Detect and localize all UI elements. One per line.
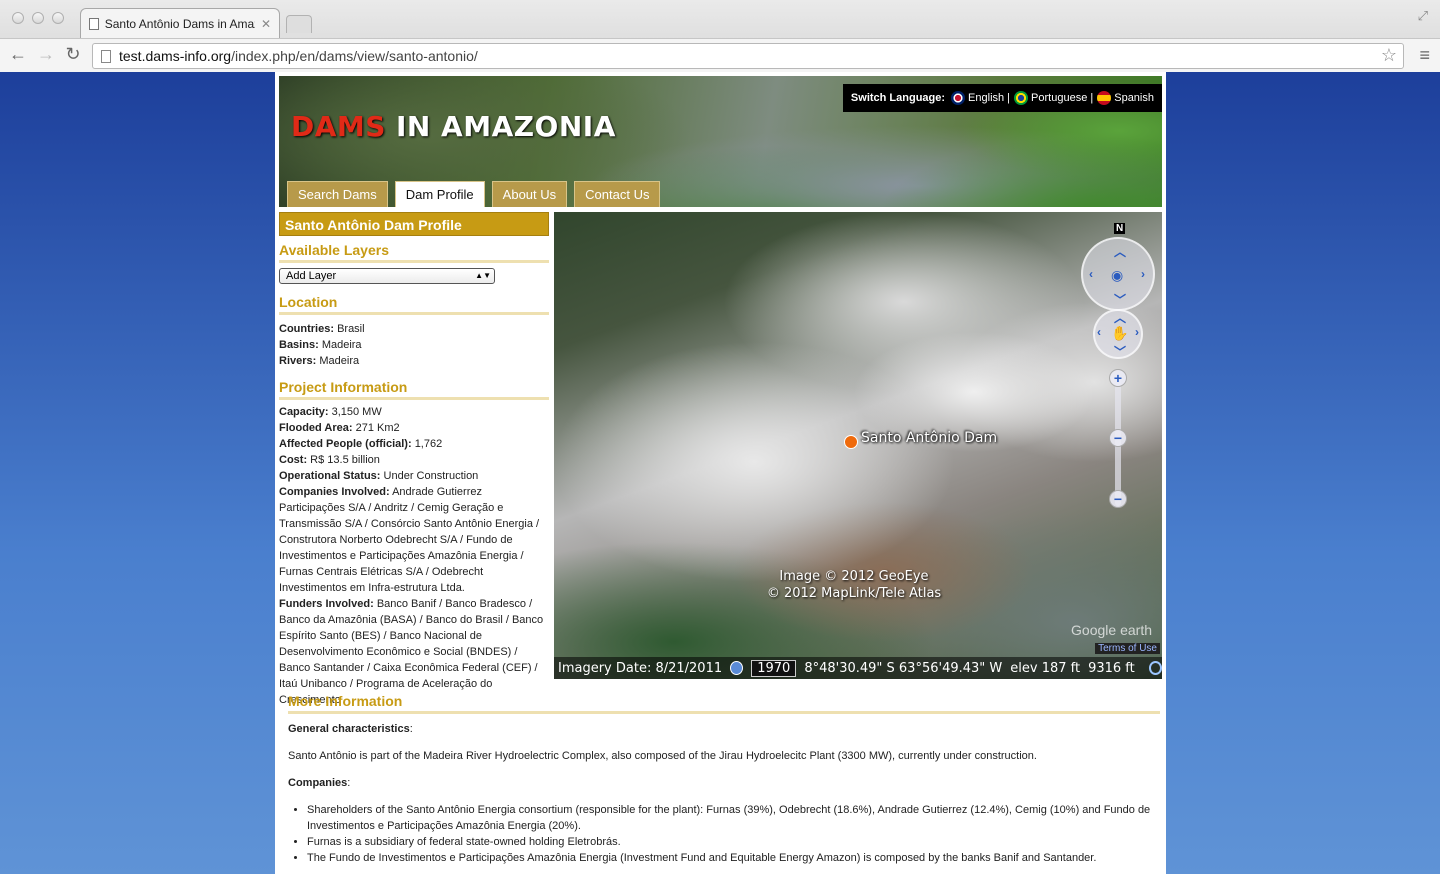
dam-marker[interactable] (844, 435, 858, 449)
list-item: The Fundo de Investimentos e Participaçõ… (307, 850, 1160, 866)
spain-flag-icon (1097, 91, 1112, 105)
more-information-heading: More Information (288, 693, 1160, 714)
project-row: Operational Status: Under Construction (279, 470, 479, 482)
companies-list: Shareholders of the Santo Antônio Energi… (288, 802, 1160, 866)
profile-sidebar: Santo Antônio Dam Profile Available Laye… (279, 212, 549, 708)
tab-close-icon[interactable]: ✕ (261, 17, 271, 31)
page-icon (101, 49, 111, 63)
switch-language-label: Switch Language: (850, 92, 946, 104)
location-info: Countries: Brasil Basins: Madeira Rivers… (279, 321, 549, 369)
profile-title: Santo Antônio Dam Profile (279, 212, 549, 236)
location-row: Countries: Brasil (279, 323, 365, 335)
project-row: Funders Involved: Banco Banif / Banco Br… (279, 598, 544, 706)
forward-arrow-icon[interactable]: → (36, 44, 56, 65)
list-item: Furnas is a subsidiary of federal state-… (307, 834, 1160, 850)
historical-year[interactable]: 1970 (751, 659, 797, 677)
pan-down-icon[interactable]: ﹀ (1114, 343, 1126, 360)
minimize-window-button[interactable] (32, 12, 44, 24)
reload-icon[interactable]: ↻ (63, 44, 83, 65)
terms-of-use-link[interactable]: Terms of Use (1095, 643, 1160, 654)
north-indicator[interactable]: N (1114, 223, 1126, 234)
tab-contact-us[interactable]: Contact Us (574, 181, 661, 207)
look-right-icon[interactable]: › (1141, 267, 1145, 281)
tab-dam-profile[interactable]: Dam Profile (394, 181, 485, 207)
imagery-date: Imagery Date: 8/21/2011 (558, 660, 723, 676)
page-container: DAMS IN AMAZONIA Switch Language: English… (275, 72, 1166, 874)
eye-altitude: 9316 ft (1088, 660, 1135, 676)
hand-icon: ✋ (1111, 325, 1129, 341)
menu-icon[interactable]: ≡ (1419, 45, 1430, 66)
back-arrow-icon[interactable]: ← (8, 44, 28, 65)
window-controls (12, 12, 64, 24)
tab-about-us[interactable]: About Us (491, 181, 568, 207)
google-earth-logo: Google earth (1071, 622, 1152, 638)
language-spanish[interactable]: Spanish (1097, 91, 1154, 105)
look-left-icon[interactable]: ‹ (1089, 267, 1093, 281)
available-layers-heading: Available Layers (279, 242, 549, 263)
select-arrows-icon: ▲▼ (475, 271, 491, 280)
main-nav: Search Dams Dam Profile About Us Contact… (287, 181, 661, 207)
language-english[interactable]: English | (951, 91, 1010, 105)
tab-title: Santo Antônio Dams in Amaz (104, 16, 255, 31)
look-down-icon[interactable]: ﹀ (1114, 291, 1126, 308)
project-row: Flooded Area: 271 Km2 (279, 422, 400, 434)
language-switcher: Switch Language: English | Portuguese | … (842, 84, 1162, 112)
project-info: Capacity: 3,150 MW Flooded Area: 271 Km2… (279, 404, 549, 708)
fullscreen-icon[interactable]: ⤢ (1418, 8, 1428, 24)
companies-label: Companies: (288, 777, 351, 789)
location-heading: Location (279, 294, 549, 315)
project-info-heading: Project Information (279, 379, 549, 400)
eye-icon: ◉ (1111, 267, 1124, 283)
elevation: elev 187 ft (1010, 660, 1081, 676)
general-characteristics-label: General characteristics: (288, 723, 413, 735)
browser-tab[interactable]: Santo Antônio Dams in Amaz ✕ (80, 8, 280, 38)
brazil-flag-icon (1014, 91, 1029, 105)
map-status-bar: Imagery Date: 8/21/2011 1970 8°48'30.49"… (554, 657, 1162, 679)
look-control[interactable]: N ︿ ﹀ ‹ › ◉ (1081, 223, 1155, 311)
streaming-indicator-icon (1148, 661, 1162, 675)
google-earth-map[interactable]: Santo Antônio Dam Image © 2012 GeoEye © … (554, 212, 1162, 679)
pan-left-icon[interactable]: ‹ (1097, 325, 1101, 339)
pan-up-icon[interactable]: ︿ (1114, 309, 1126, 326)
coordinates: 8°48'30.49" S 63°56'49.43" W (804, 660, 1003, 676)
project-row: Cost: R$ 13.5 billion (279, 454, 380, 466)
zoom-out-button[interactable]: − (1109, 490, 1127, 508)
list-item: Shareholders of the Santo Antônio Energi… (307, 802, 1160, 834)
pan-control[interactable]: ︿ ﹀ ‹ › ✋ (1093, 309, 1143, 359)
uk-flag-icon (951, 91, 966, 105)
project-row: Affected People (official): 1,762 (279, 438, 443, 450)
close-window-button[interactable] (12, 12, 24, 24)
more-information: More Information General characteristics… (288, 693, 1160, 866)
bookmark-star-icon[interactable]: ☆ (1381, 45, 1397, 66)
location-row: Rivers: Madeira (279, 355, 360, 367)
tab-search-dams[interactable]: Search Dams (287, 181, 388, 207)
location-row: Basins: Madeira (279, 339, 362, 351)
site-header: DAMS IN AMAZONIA Switch Language: English… (279, 76, 1162, 207)
zoom-slider-handle[interactable]: − (1109, 429, 1127, 447)
add-layer-select[interactable]: Add Layer ▲▼ (279, 268, 495, 284)
browser-toolbar: ← → ↻ test.dams-info.org/index.php/en/da… (0, 38, 1440, 72)
dam-marker-label[interactable]: Santo Antônio Dam (861, 430, 997, 446)
new-tab-button[interactable] (286, 15, 312, 33)
historical-imagery-clock-icon[interactable] (730, 661, 744, 675)
address-bar[interactable]: test.dams-info.org/index.php/en/dams/vie… (92, 43, 1404, 69)
language-portuguese[interactable]: Portuguese | (1014, 91, 1093, 105)
document-icon (89, 17, 99, 30)
project-row: Capacity: 3,150 MW (279, 406, 382, 418)
url-text: test.dams-info.org/index.php/en/dams/vie… (119, 48, 478, 64)
zoom-in-button[interactable]: + (1109, 369, 1127, 387)
pan-right-icon[interactable]: › (1135, 325, 1139, 339)
browser-chrome: Santo Antônio Dams in Amaz ✕ ⤢ ← → ↻ tes… (0, 0, 1440, 72)
general-characteristics-text: Santo Antônio is part of the Madeira Riv… (288, 750, 1037, 762)
site-logo[interactable]: DAMS IN AMAZONIA (291, 110, 616, 143)
imagery-copyright: Image © 2012 GeoEye © 2012 MapLink/Tele … (766, 569, 942, 601)
project-row: Companies Involved: Andrade Gutierrez Pa… (279, 486, 540, 594)
zoom-window-button[interactable] (52, 12, 64, 24)
look-up-icon[interactable]: ︿ (1114, 243, 1126, 260)
